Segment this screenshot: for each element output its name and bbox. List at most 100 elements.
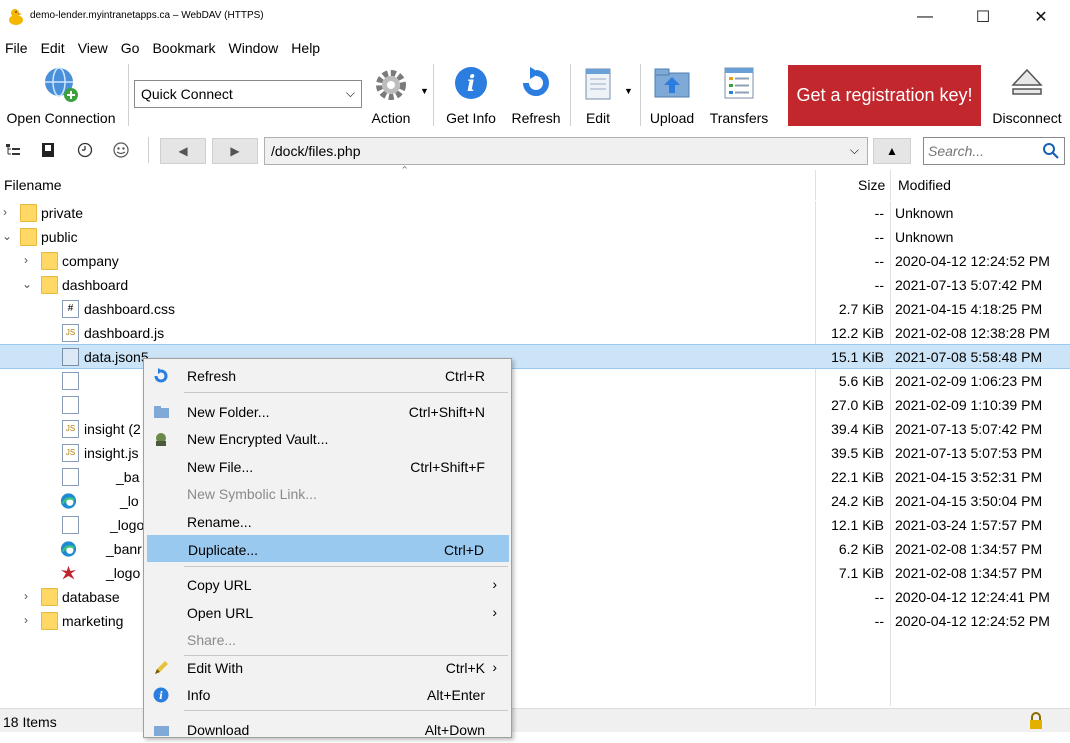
menu-edit[interactable]: Edit bbox=[36, 36, 70, 60]
current-path: /dock/files.php bbox=[271, 143, 361, 159]
menu-item-info[interactable]: i Info Alt+Enter bbox=[147, 681, 509, 708]
column-separator bbox=[815, 170, 816, 200]
transfers-label: Transfers bbox=[709, 110, 769, 126]
filename-column-header[interactable]: Filename bbox=[4, 177, 62, 193]
pathbar-separator bbox=[148, 137, 149, 163]
table-row[interactable]: ⌄ dashboard -- 2021-07-13 5:07:42 PM bbox=[0, 273, 1070, 297]
minimize-button[interactable]: — bbox=[896, 0, 954, 34]
file-modified: Unknown bbox=[895, 205, 954, 221]
close-button[interactable]: ✕ bbox=[1012, 0, 1070, 34]
file-name: _lo bbox=[120, 493, 139, 509]
menu-item-download[interactable]: Download Alt+Down bbox=[147, 716, 509, 743]
chevron-right-icon[interactable]: › bbox=[24, 589, 36, 603]
file-modified: 2021-02-09 1:06:23 PM bbox=[895, 373, 1043, 389]
maximize-button[interactable]: ☐ bbox=[954, 0, 1012, 34]
refresh-button[interactable]: Refresh bbox=[506, 60, 566, 130]
get-info-button[interactable]: i Get Info bbox=[440, 60, 502, 130]
folder-icon bbox=[20, 204, 37, 222]
file-size: -- bbox=[874, 229, 884, 245]
menu-bookmark[interactable]: Bookmark bbox=[147, 36, 220, 60]
chevron-right-icon[interactable]: › bbox=[24, 253, 36, 267]
table-row[interactable]: ⌄ public -- Unknown bbox=[0, 225, 1070, 249]
disconnect-button[interactable]: Disconnect bbox=[988, 60, 1066, 130]
menu-item-duplicate[interactable]: Duplicate... Ctrl+D bbox=[147, 535, 509, 562]
toolbar-separator bbox=[433, 64, 434, 126]
back-arrow-icon: ◀ bbox=[178, 144, 188, 158]
menu-item-label: Edit With bbox=[187, 660, 244, 676]
menu-item-edit-with[interactable]: Edit With Ctrl+K › bbox=[147, 654, 509, 681]
file-size: 24.2 KiB bbox=[831, 493, 884, 509]
action-label: Action bbox=[371, 110, 411, 126]
file-icon bbox=[62, 468, 79, 486]
parent-folder-button[interactable]: ▲ bbox=[873, 138, 911, 164]
forward-arrow-icon: ▶ bbox=[230, 144, 240, 158]
size-column-header[interactable]: Size bbox=[858, 177, 885, 193]
menu-item-label: Copy URL bbox=[187, 577, 252, 593]
modified-column-header[interactable]: Modified bbox=[898, 177, 951, 193]
menu-item-label: New File... bbox=[187, 459, 254, 475]
table-row[interactable]: › private -- Unknown bbox=[0, 201, 1070, 225]
outline-view-icon[interactable] bbox=[2, 139, 24, 161]
file-name: dashboard.js bbox=[84, 325, 165, 341]
menu-item-copy-url[interactable]: Copy URL › bbox=[147, 571, 509, 598]
menu-item-open-url[interactable]: Open URL › bbox=[147, 599, 509, 626]
lock-icon bbox=[1030, 712, 1042, 729]
file-icon bbox=[62, 372, 79, 390]
bookmarks-icon[interactable] bbox=[37, 139, 59, 161]
chevron-right-icon[interactable]: › bbox=[3, 205, 15, 219]
menu-item-rename[interactable]: Rename... bbox=[147, 508, 509, 535]
menu-view[interactable]: View bbox=[73, 36, 113, 60]
sort-chevron-up-icon: ⌃ bbox=[400, 165, 410, 177]
menu-go[interactable]: Go bbox=[116, 36, 145, 60]
action-button[interactable]: ▼ Action bbox=[362, 60, 429, 130]
open-connection-label: Open Connection bbox=[6, 110, 116, 126]
search-icon[interactable] bbox=[1042, 142, 1060, 160]
transfers-button[interactable]: Transfers bbox=[706, 60, 772, 130]
search-input[interactable] bbox=[928, 143, 1036, 159]
file-icon bbox=[62, 516, 79, 534]
table-row[interactable]: JS dashboard.js 12.2 KiB 2021-02-08 12:3… bbox=[0, 321, 1070, 345]
file-modified: 2021-07-13 5:07:42 PM bbox=[895, 421, 1043, 437]
menu-item-new-encrypted-vault[interactable]: New Encrypted Vault... bbox=[147, 425, 509, 452]
file-name: _logo bbox=[106, 565, 141, 581]
menu-item-shortcut: Alt+Down bbox=[424, 722, 485, 738]
table-row[interactable]: # dashboard.css 2.7 KiB 2021-04-15 4:18:… bbox=[0, 297, 1070, 321]
menu-item-label: Duplicate... bbox=[188, 542, 259, 558]
chevron-right-icon[interactable]: › bbox=[24, 613, 36, 627]
edit-dropdown-icon: ▼ bbox=[624, 86, 633, 96]
chevron-down-icon[interactable]: ⌄ bbox=[22, 277, 34, 291]
file-modified: 2021-07-13 5:07:53 PM bbox=[895, 445, 1043, 461]
upload-button[interactable]: Upload bbox=[644, 60, 700, 130]
file-name: _ba bbox=[116, 469, 140, 485]
folder-icon bbox=[41, 252, 58, 270]
chevron-down-icon[interactable]: ⌄ bbox=[2, 229, 14, 243]
registration-key-button[interactable]: Get a registration key! bbox=[788, 65, 981, 126]
file-modified: 2020-04-12 12:24:52 PM bbox=[895, 253, 1050, 269]
bonjour-icon[interactable] bbox=[110, 139, 132, 161]
open-connection-button[interactable]: Open Connection bbox=[0, 60, 122, 130]
folder-icon bbox=[41, 276, 58, 294]
menu-item-new-file[interactable]: New File... Ctrl+Shift+F bbox=[147, 453, 509, 480]
submenu-chevron-icon: › bbox=[492, 604, 497, 620]
menu-item-new-folder[interactable]: New Folder... Ctrl+Shift+N bbox=[147, 398, 509, 425]
transfers-list-icon bbox=[724, 67, 754, 99]
quick-connect-select[interactable]: Quick Connect ⌵ bbox=[134, 80, 362, 108]
submenu-chevron-icon: › bbox=[492, 576, 497, 592]
menu-window[interactable]: Window bbox=[224, 36, 284, 60]
folder-icon bbox=[41, 612, 58, 630]
menu-help[interactable]: Help bbox=[286, 36, 325, 60]
menu-item-shortcut: Ctrl+K bbox=[445, 660, 485, 676]
menu-item-refresh[interactable]: Refresh Ctrl+R bbox=[147, 362, 509, 389]
menu-item-label: Refresh bbox=[187, 368, 237, 384]
menu-file[interactable]: File bbox=[0, 36, 33, 60]
file-name: dashboard bbox=[62, 277, 129, 293]
up-arrow-icon: ▲ bbox=[886, 144, 898, 158]
edit-button[interactable]: ▼ Edit bbox=[574, 60, 633, 130]
history-clock-icon[interactable] bbox=[74, 139, 96, 161]
forward-button[interactable]: ▶ bbox=[212, 138, 258, 164]
path-select[interactable]: /dock/files.php ⌵ bbox=[264, 137, 868, 165]
menu-item-label: New Folder... bbox=[187, 404, 270, 420]
back-button[interactable]: ◀ bbox=[160, 138, 206, 164]
table-row[interactable]: › company -- 2020-04-12 12:24:52 PM bbox=[0, 249, 1070, 273]
file-size: -- bbox=[874, 277, 884, 293]
